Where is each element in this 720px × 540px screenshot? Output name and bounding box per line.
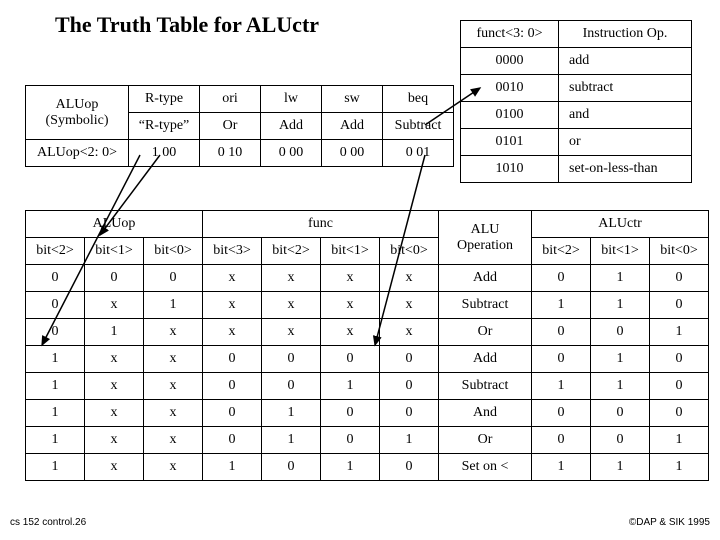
- truth-table: ALUop func ALUOperation ALUctr bit<2> bi…: [25, 210, 709, 481]
- sub-header: bit<0>: [650, 238, 709, 265]
- funct-cell: 0101: [461, 129, 559, 156]
- table-row: 1xx0101Or001: [26, 427, 709, 454]
- table-row: 01xxxxxOr001: [26, 319, 709, 346]
- group-header: ALUop: [26, 211, 203, 238]
- small-col0: ALUop(Symbolic): [26, 86, 129, 140]
- sub-header: bit<3>: [203, 238, 262, 265]
- sub-header: bit<1>: [321, 238, 380, 265]
- table-row: 1xx1010Set on <111: [26, 454, 709, 481]
- group-header: func: [203, 211, 439, 238]
- small-cell: 0 10: [200, 140, 261, 167]
- funct-cell: 0000: [461, 48, 559, 75]
- sub-header: bit<2>: [26, 238, 85, 265]
- table-row: 0x1xxxxSubtract110: [26, 292, 709, 319]
- small-col0: ALUop<2: 0>: [26, 140, 129, 167]
- small-cell: beq: [383, 86, 454, 113]
- sub-header: bit<2>: [262, 238, 321, 265]
- funct-cell: or: [559, 129, 692, 156]
- footer-left: cs 152 control.26: [10, 517, 86, 528]
- footer-right: ©DAP & SIK 1995: [629, 517, 710, 528]
- group-header: ALUctr: [532, 211, 709, 238]
- small-cell: 0 00: [261, 140, 322, 167]
- sub-header: bit<1>: [591, 238, 650, 265]
- small-cell: Add: [322, 113, 383, 140]
- table-row: 1xx0010Subtract110: [26, 373, 709, 400]
- funct-header-1: Instruction Op.: [559, 21, 692, 48]
- page-title: The Truth Table for ALUctr: [55, 12, 319, 38]
- small-cell: Or: [200, 113, 261, 140]
- small-cell: 1 00: [129, 140, 200, 167]
- small-cell: Add: [261, 113, 322, 140]
- sub-header: bit<2>: [532, 238, 591, 265]
- small-cell: “R-type”: [129, 113, 200, 140]
- funct-cell: add: [559, 48, 692, 75]
- table-row: 1xx0100And000: [26, 400, 709, 427]
- small-cell: 0 00: [322, 140, 383, 167]
- funct-cell: 0100: [461, 102, 559, 129]
- funct-cell: and: [559, 102, 692, 129]
- table-row: 000xxxxAdd010: [26, 265, 709, 292]
- funct-cell: 1010: [461, 156, 559, 183]
- table-row: 1xx0000Add010: [26, 346, 709, 373]
- funct-cell: set-on-less-than: [559, 156, 692, 183]
- small-cell: ori: [200, 86, 261, 113]
- sub-header: bit<1>: [85, 238, 144, 265]
- small-cell: R-type: [129, 86, 200, 113]
- small-cell: Subtract: [383, 113, 454, 140]
- sub-header: bit<0>: [144, 238, 203, 265]
- group-header: ALUOperation: [439, 211, 532, 265]
- aluop-symbolic-table: ALUop(Symbolic) R-type ori lw sw beq “R-…: [25, 85, 454, 167]
- funct-cell: 0010: [461, 75, 559, 102]
- funct-table: funct<3: 0> Instruction Op. 0000add 0010…: [460, 20, 692, 183]
- small-cell: lw: [261, 86, 322, 113]
- funct-cell: subtract: [559, 75, 692, 102]
- funct-header-0: funct<3: 0>: [461, 21, 559, 48]
- sub-header: bit<0>: [380, 238, 439, 265]
- small-cell: 0 01: [383, 140, 454, 167]
- small-cell: sw: [322, 86, 383, 113]
